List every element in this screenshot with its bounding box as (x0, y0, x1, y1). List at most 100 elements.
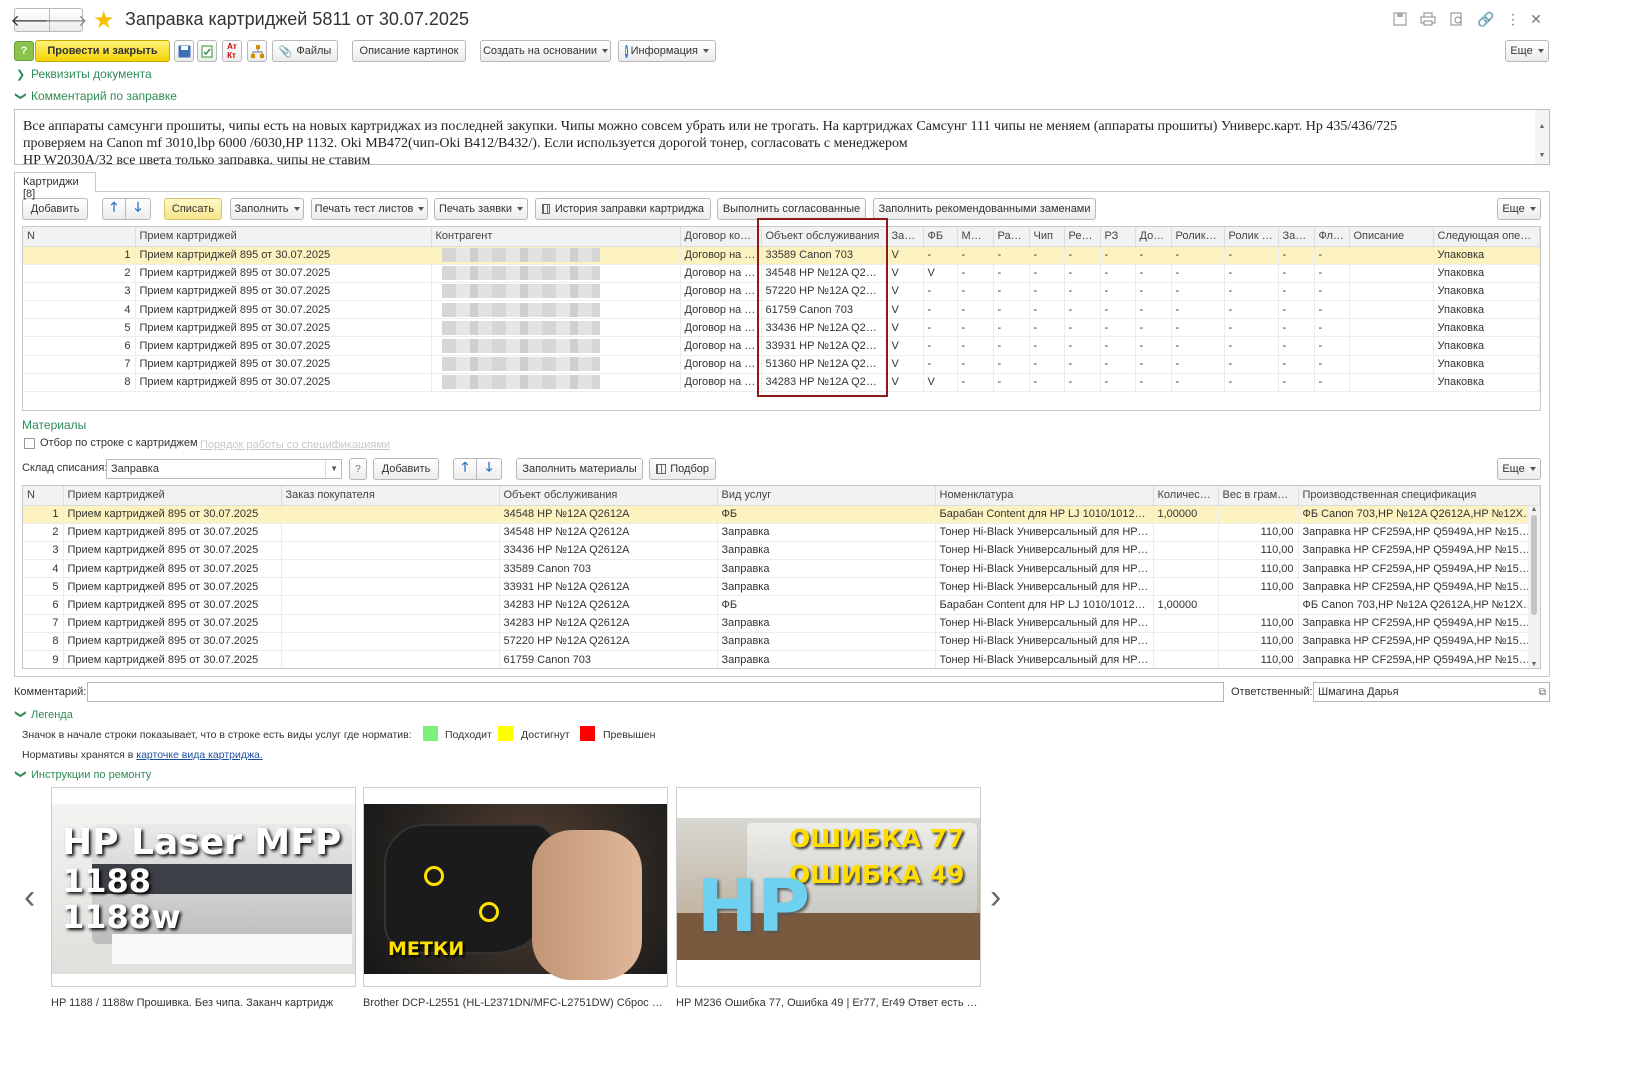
mcell-nomenclature[interactable]: Тонер Hi-Black Универсальный для HP LJ..… (935, 632, 1154, 652)
write-off-button[interactable]: Списать (164, 198, 222, 220)
cell-n[interactable]: 7 (23, 355, 136, 374)
scroll-down-icon[interactable]: ▼ (1535, 147, 1549, 164)
col-fb[interactable]: ФБ (923, 227, 958, 247)
mcell-service-object[interactable]: 61759 Canon 703 (499, 650, 718, 668)
mcell-weight[interactable]: 110,00 (1218, 614, 1299, 633)
add-material-button[interactable]: Добавить (373, 458, 439, 480)
cell-description[interactable] (1349, 264, 1434, 283)
mcell-service-type[interactable]: Заправка (717, 577, 936, 597)
mcell-nomenclature[interactable]: Барабан Content для HP LJ 1010/1012/10..… (935, 595, 1154, 615)
fill-recommended-button[interactable]: Заполнить рекомендованными заменами (873, 198, 1096, 220)
cell-rak[interactable]: - (993, 300, 1030, 320)
mcell-quantity[interactable] (1153, 559, 1219, 579)
cell-receipt[interactable]: Прием картриджей 895 от 30.07.2025 (135, 355, 432, 374)
move-up-button[interactable]: 🡑 (102, 198, 126, 220)
cell-mval[interactable]: - (957, 318, 994, 338)
cell-rem[interactable]: - (1064, 355, 1101, 374)
comment-input[interactable] (87, 682, 1224, 702)
video3-caption[interactable]: HP M236 Ошибка 77, Ошибка 49 | Er77, Er4… (676, 997, 981, 1009)
cell-n[interactable]: 4 (23, 300, 136, 320)
cell-receipt[interactable]: Прием картриджей 895 от 30.07.2025 (135, 336, 432, 356)
cell-doz[interactable]: - (1135, 373, 1172, 393)
mcell-service-object[interactable]: 34548 HP №12A Q2612A (499, 523, 718, 542)
cell-fla[interactable]: - (1314, 282, 1350, 302)
mcell-nomenclature[interactable]: Тонер Hi-Black Универсальный для HP LJ..… (935, 614, 1154, 633)
cell-counterparty[interactable] (431, 282, 681, 302)
col-zagl[interactable]: Загл... (1278, 227, 1315, 247)
cell-description[interactable] (1349, 246, 1434, 265)
mcell-weight[interactable]: 110,00 (1218, 559, 1299, 579)
cell-roller-p[interactable]: - (1224, 355, 1279, 374)
cell-roller-o[interactable]: - (1171, 300, 1225, 320)
video-thumbnail-3[interactable]: ОШИБКА 77 ОШИБКА 49 HP (676, 787, 981, 987)
cell-rak[interactable]: - (993, 355, 1030, 374)
cell-n[interactable]: 6 (23, 336, 136, 356)
mcell-customer-order[interactable] (281, 614, 500, 633)
table-row[interactable]: 3 Прием картриджей 895 от 30.07.2025 33436… (23, 541, 1540, 561)
cell-description[interactable] (1349, 336, 1434, 356)
col-n[interactable]: N (23, 227, 136, 247)
cell-fla[interactable]: - (1314, 300, 1350, 320)
scroll-up-icon[interactable]: ▲ (1528, 506, 1540, 513)
cell-counterparty[interactable] (431, 336, 681, 356)
cell-rem[interactable]: - (1064, 282, 1101, 302)
mcell-customer-order[interactable] (281, 577, 500, 597)
responsible-input[interactable]: Шмагина Дарья ⧉ (1313, 682, 1550, 702)
mcell-spec[interactable]: Заправка HP CF259A,HP Q5949A,HP №15A C..… (1298, 614, 1540, 633)
cell-doz[interactable]: - (1135, 355, 1172, 374)
video-thumbnail-2[interactable]: МЕТКИ (363, 787, 668, 987)
cell-n[interactable]: 2 (23, 264, 136, 283)
col-contract[interactable]: Договор конт... (680, 227, 762, 247)
cell-rz[interactable]: - (1100, 300, 1136, 320)
cell-rak[interactable]: - (993, 282, 1030, 302)
material-move-up-button[interactable]: 🡑 (453, 458, 477, 480)
cell-mval[interactable]: - (957, 355, 994, 374)
col-fla[interactable]: Фла... (1314, 227, 1350, 247)
mcell-receipt[interactable]: Прием картриджей 895 от 30.07.2025 (63, 523, 282, 542)
cell-doz[interactable]: - (1135, 282, 1172, 302)
scroll-up-icon[interactable]: ▲ (1535, 118, 1549, 135)
video1-caption[interactable]: HP 1188 / 1188w Прошивка. Без чипа. Зака… (51, 997, 356, 1009)
mcell-weight[interactable]: 110,00 (1218, 650, 1299, 668)
cell-chip[interactable]: - (1029, 300, 1065, 320)
mcell-quantity[interactable] (1153, 541, 1219, 561)
cell-n[interactable]: 3 (23, 282, 136, 302)
table-row[interactable]: 7 Прием картриджей 895 от 30.07.2025 34283… (23, 614, 1540, 633)
mcell-quantity[interactable] (1153, 523, 1219, 542)
material-move-down-button[interactable]: 🡓 (476, 458, 502, 480)
refill-comment-textarea[interactable]: Все аппараты самсунги прошиты, чипы есть… (14, 109, 1550, 165)
add-cartridge-button[interactable]: Добавить (22, 198, 88, 220)
mcell-n[interactable]: 2 (23, 523, 64, 542)
cell-receipt[interactable]: Прием картриджей 895 от 30.07.2025 (135, 282, 432, 302)
materials-table[interactable]: N Прием картриджей Заказ покупателя Объе… (22, 485, 1541, 669)
cell-next-operation[interactable]: Упаковка (1433, 282, 1540, 302)
structure-button[interactable] (247, 40, 267, 62)
cell-zagl[interactable]: - (1278, 355, 1315, 374)
mcell-receipt[interactable]: Прием картриджей 895 от 30.07.2025 (63, 614, 282, 633)
mcell-spec[interactable]: Заправка HP CF259A,HP Q5949A,HP №15A C..… (1298, 632, 1540, 652)
create-based-on-button[interactable]: Создать на основании (480, 40, 611, 62)
mcell-quantity[interactable]: 1,00000 (1153, 505, 1219, 524)
dropdown-arrow-icon[interactable]: ▼ (325, 460, 338, 478)
cell-rem[interactable]: - (1064, 300, 1101, 320)
cell-fla[interactable]: - (1314, 373, 1350, 393)
cell-fb[interactable]: V (923, 373, 958, 393)
table-row[interactable]: 9 Прием картриджей 895 от 30.07.2025 61759… (23, 650, 1540, 668)
mcell-quantity[interactable]: 1,00000 (1153, 595, 1219, 615)
execute-approved-button[interactable]: Выполнить согласованные (717, 198, 866, 220)
cell-chip[interactable]: - (1029, 373, 1065, 393)
scroll-thumb[interactable] (1531, 515, 1537, 615)
section-instructions[interactable]: ❯ Инструкции по ремонту (15, 768, 152, 781)
cell-chip[interactable]: - (1029, 246, 1065, 265)
materials-more-button[interactable]: Еще (1497, 458, 1541, 480)
cell-rem[interactable]: - (1064, 264, 1101, 283)
tab-cartridges[interactable]: Картриджи [8] (14, 172, 96, 200)
cell-contract[interactable]: Договор на в... (680, 282, 762, 302)
mcell-spec[interactable]: ФБ Canon 703,HP №12A Q2612A,HP №12X Q... (1298, 595, 1540, 615)
cell-contract[interactable]: Договор на в... (680, 264, 762, 283)
post-button[interactable] (197, 40, 217, 62)
cartridges-more-button[interactable]: Еще (1497, 198, 1541, 220)
cell-mval[interactable]: - (957, 282, 994, 302)
mcol-spec[interactable]: Производственная спецификация (1298, 486, 1540, 506)
mcell-weight[interactable] (1218, 595, 1299, 615)
